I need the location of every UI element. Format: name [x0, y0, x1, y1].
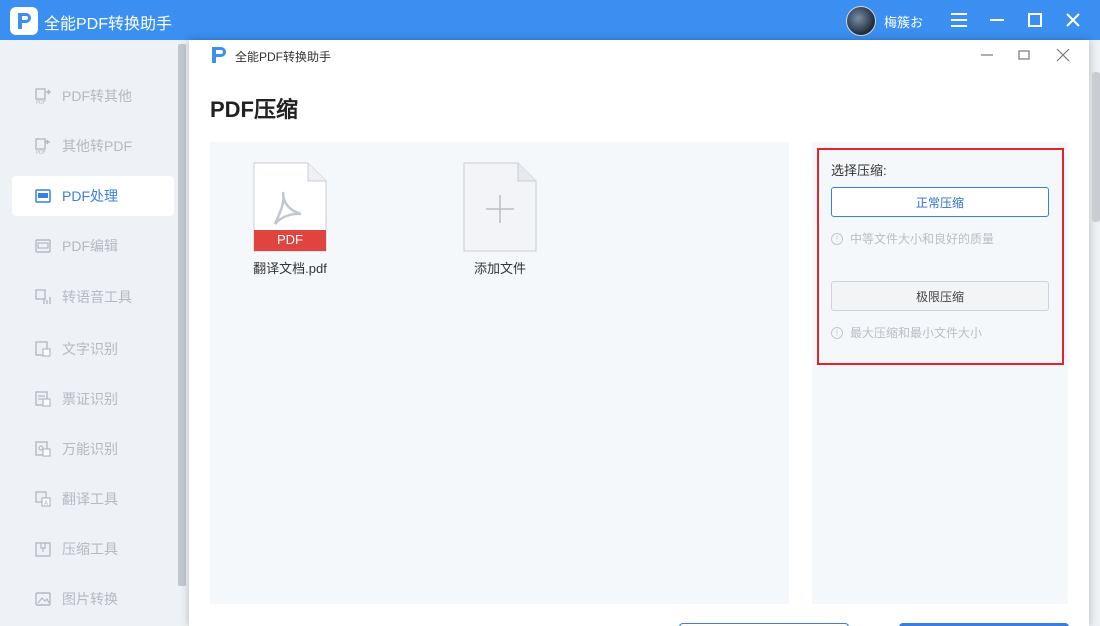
ticket-ocr-icon: [35, 391, 51, 407]
sidebar-item-label: 票证识别: [62, 391, 118, 407]
app-title: 全能PDF转换助手: [44, 16, 173, 33]
info-icon: !: [831, 326, 843, 339]
minimize-icon[interactable]: [978, 0, 1016, 40]
file-list: PDF 翻译文档.pdf 添加文件: [210, 142, 789, 604]
page-title: PDF压缩: [210, 97, 299, 122]
sidebar-item-label: 转语音工具: [62, 289, 132, 305]
extreme-compress-button[interactable]: 极限压缩: [831, 281, 1049, 311]
sidebar-scrollbar[interactable]: [178, 44, 186, 586]
add-file-label: 添加文件: [473, 261, 526, 276]
close-icon[interactable]: [1045, 42, 1081, 68]
extreme-compress-desc: ! 最大压缩和最小文件大小: [831, 324, 982, 341]
sidebar-item-pdf-process[interactable]: PDF处理: [12, 176, 174, 216]
sidebar-item-pdf-edit[interactable]: PDF编辑: [12, 226, 174, 266]
app-logo-icon: [212, 47, 226, 63]
svg-text:PDF: PDF: [36, 100, 46, 105]
sidebar: PDF PDF转其他 PDF 其他转PDF PDF处理 PDF编辑 转语音工具 …: [0, 40, 180, 626]
sidebar-item-label: 翻译工具: [62, 491, 118, 507]
user-name[interactable]: 梅簇お: [884, 12, 923, 31]
sidebar-item-voice[interactable]: 转语音工具: [12, 277, 174, 317]
maximize-icon[interactable]: [1006, 42, 1042, 68]
add-file-button[interactable]: 添加文件: [450, 162, 550, 276]
pdf-process-icon: [35, 189, 51, 203]
minimize-icon[interactable]: [969, 42, 1005, 68]
translate-icon: A: [35, 491, 51, 507]
add-file-icon: [463, 162, 537, 252]
sidebar-item-pdf-to-other[interactable]: PDF PDF转其他: [12, 76, 174, 116]
close-icon[interactable]: [1054, 0, 1092, 40]
sidebar-item-label: PDF编辑: [62, 238, 118, 254]
sidebar-item-label: PDF转其他: [62, 88, 132, 104]
maximize-icon[interactable]: [1016, 0, 1054, 40]
pdf-file-icon: PDF: [253, 162, 327, 252]
sidebar-item-label: 压缩工具: [62, 541, 118, 557]
text-ocr-icon: [35, 341, 51, 357]
desc-text: 中等文件大小和良好的质量: [850, 232, 995, 246]
pdf-edit-icon: [35, 239, 51, 253]
pdf-import-icon: PDF: [35, 138, 50, 155]
voice-icon: [35, 289, 51, 304]
main-scrollbar[interactable]: [1092, 72, 1100, 222]
universal-ocr-icon: [35, 441, 51, 457]
svg-text:PDF: PDF: [36, 150, 46, 155]
app-logo-icon: [10, 7, 38, 35]
compress-icon: [35, 542, 51, 557]
options-heading: 选择压缩:: [831, 163, 887, 178]
desc-text: 最大压缩和最小文件大小: [850, 326, 983, 340]
compress-dialog: 全能PDF转换助手 PDF压缩 PDF 翻译文档.pdf 添加文件 选择压缩: …: [189, 40, 1089, 626]
sidebar-item-label: 万能识别: [62, 441, 118, 457]
pdf-export-icon: PDF: [35, 88, 51, 105]
image-convert-icon: [35, 592, 51, 606]
dialog-titlebar: 全能PDF转换助手: [189, 40, 1089, 70]
sidebar-item-label: 其他转PDF: [62, 138, 132, 154]
sidebar-item-other-to-pdf[interactable]: PDF 其他转PDF: [12, 126, 174, 166]
pdf-badge: PDF: [277, 232, 303, 247]
sidebar-item-label: 文字识别: [62, 341, 118, 357]
app-titlebar: 全能PDF转换助手 梅簇お: [0, 0, 1100, 40]
avatar[interactable]: [846, 6, 876, 36]
menu-icon[interactable]: [940, 0, 978, 40]
sidebar-item-translate[interactable]: A 翻译工具: [12, 479, 174, 519]
normal-compress-desc: ! 中等文件大小和良好的质量: [831, 230, 994, 247]
normal-compress-button[interactable]: 正常压缩: [831, 187, 1049, 217]
sidebar-item-universal-ocr[interactable]: 万能识别: [12, 429, 174, 469]
sidebar-item-image-convert[interactable]: 图片转换: [12, 579, 174, 619]
file-name: 翻译文档.pdf: [253, 261, 327, 276]
sidebar-item-label: PDF处理: [62, 188, 118, 204]
dialog-title: 全能PDF转换助手: [235, 50, 332, 64]
info-icon: !: [831, 232, 843, 245]
sidebar-item-ticket-ocr[interactable]: 票证识别: [12, 379, 174, 419]
sidebar-item-text-ocr[interactable]: 文字识别: [12, 329, 174, 369]
sidebar-item-compress[interactable]: 压缩工具: [12, 529, 174, 569]
sidebar-item-label: 图片转换: [62, 591, 118, 607]
file-item[interactable]: PDF 翻译文档.pdf: [240, 162, 340, 276]
